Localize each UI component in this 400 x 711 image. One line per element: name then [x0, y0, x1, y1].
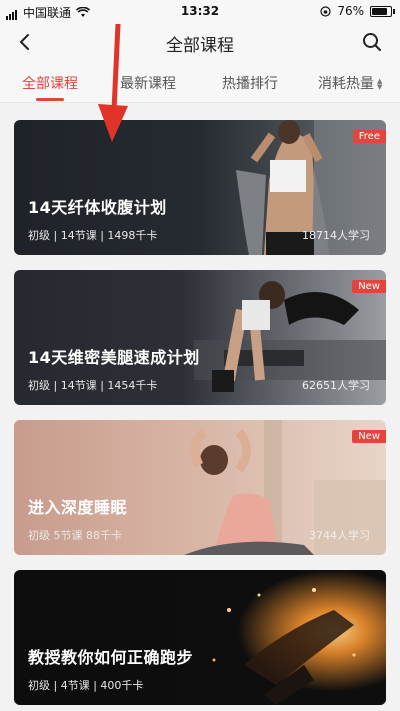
- course-meta: 初级 | 14节课 | 1454千卡: [28, 379, 158, 392]
- course-title: 教授教你如何正确跑步: [28, 648, 194, 667]
- new-badge: New: [352, 280, 386, 293]
- course-card[interactable]: New 进入深度睡眠 初级 5节课 88千卡 3744人学习: [14, 420, 386, 555]
- course-learners: 18714人学习: [302, 229, 370, 242]
- page-title: 全部课程: [166, 36, 234, 56]
- free-badge: Free: [352, 130, 386, 143]
- course-meta: 初级 5节课 88千卡: [28, 529, 122, 542]
- battery-percent: 76%: [337, 4, 364, 18]
- course-learners: 3744人学习: [309, 529, 370, 542]
- course-card[interactable]: 教授教你如何正确跑步 初级 | 4节课 | 400千卡: [14, 570, 386, 705]
- annotation-arrow-icon: [98, 24, 128, 142]
- category-tabs: 全部课程 最新课程 热播排行 消耗热量 ▲ ▼: [0, 62, 400, 103]
- new-badge: New: [352, 430, 386, 443]
- search-icon[interactable]: [358, 28, 386, 56]
- tab-calories-label: 消耗热量: [318, 76, 374, 92]
- course-card[interactable]: Free 14天纤体收腹计划 初级 | 14节课 | 1498千卡 18714人…: [14, 120, 386, 255]
- status-bar-right: 76%: [320, 4, 395, 18]
- sort-arrows-icon: ▲ ▼: [377, 77, 383, 91]
- navigation-bar: 全部课程: [0, 22, 400, 62]
- tab-all-courses[interactable]: 全部课程: [22, 73, 78, 93]
- course-title: 进入深度睡眠: [28, 498, 128, 517]
- orientation-lock-icon: [320, 5, 331, 17]
- course-meta: 初级 | 4节课 | 400千卡: [28, 679, 144, 692]
- battery-icon: [370, 5, 395, 17]
- course-card[interactable]: New 14天维密美腿速成计划 初级 | 14节课 | 1454千卡 62651…: [14, 270, 386, 405]
- status-bar: 中国联通 13:32 76%: [0, 0, 400, 22]
- course-title: 14天维密美腿速成计划: [28, 348, 200, 367]
- course-learners: 62651人学习: [302, 379, 370, 392]
- tab-hot-ranking[interactable]: 热播排行: [222, 73, 278, 93]
- tab-calories[interactable]: 消耗热量 ▲ ▼: [318, 73, 382, 93]
- active-tab-indicator: [36, 98, 64, 101]
- course-meta: 初级 | 14节课 | 1498千卡: [28, 229, 158, 242]
- course-title: 14天纤体收腹计划: [28, 198, 167, 217]
